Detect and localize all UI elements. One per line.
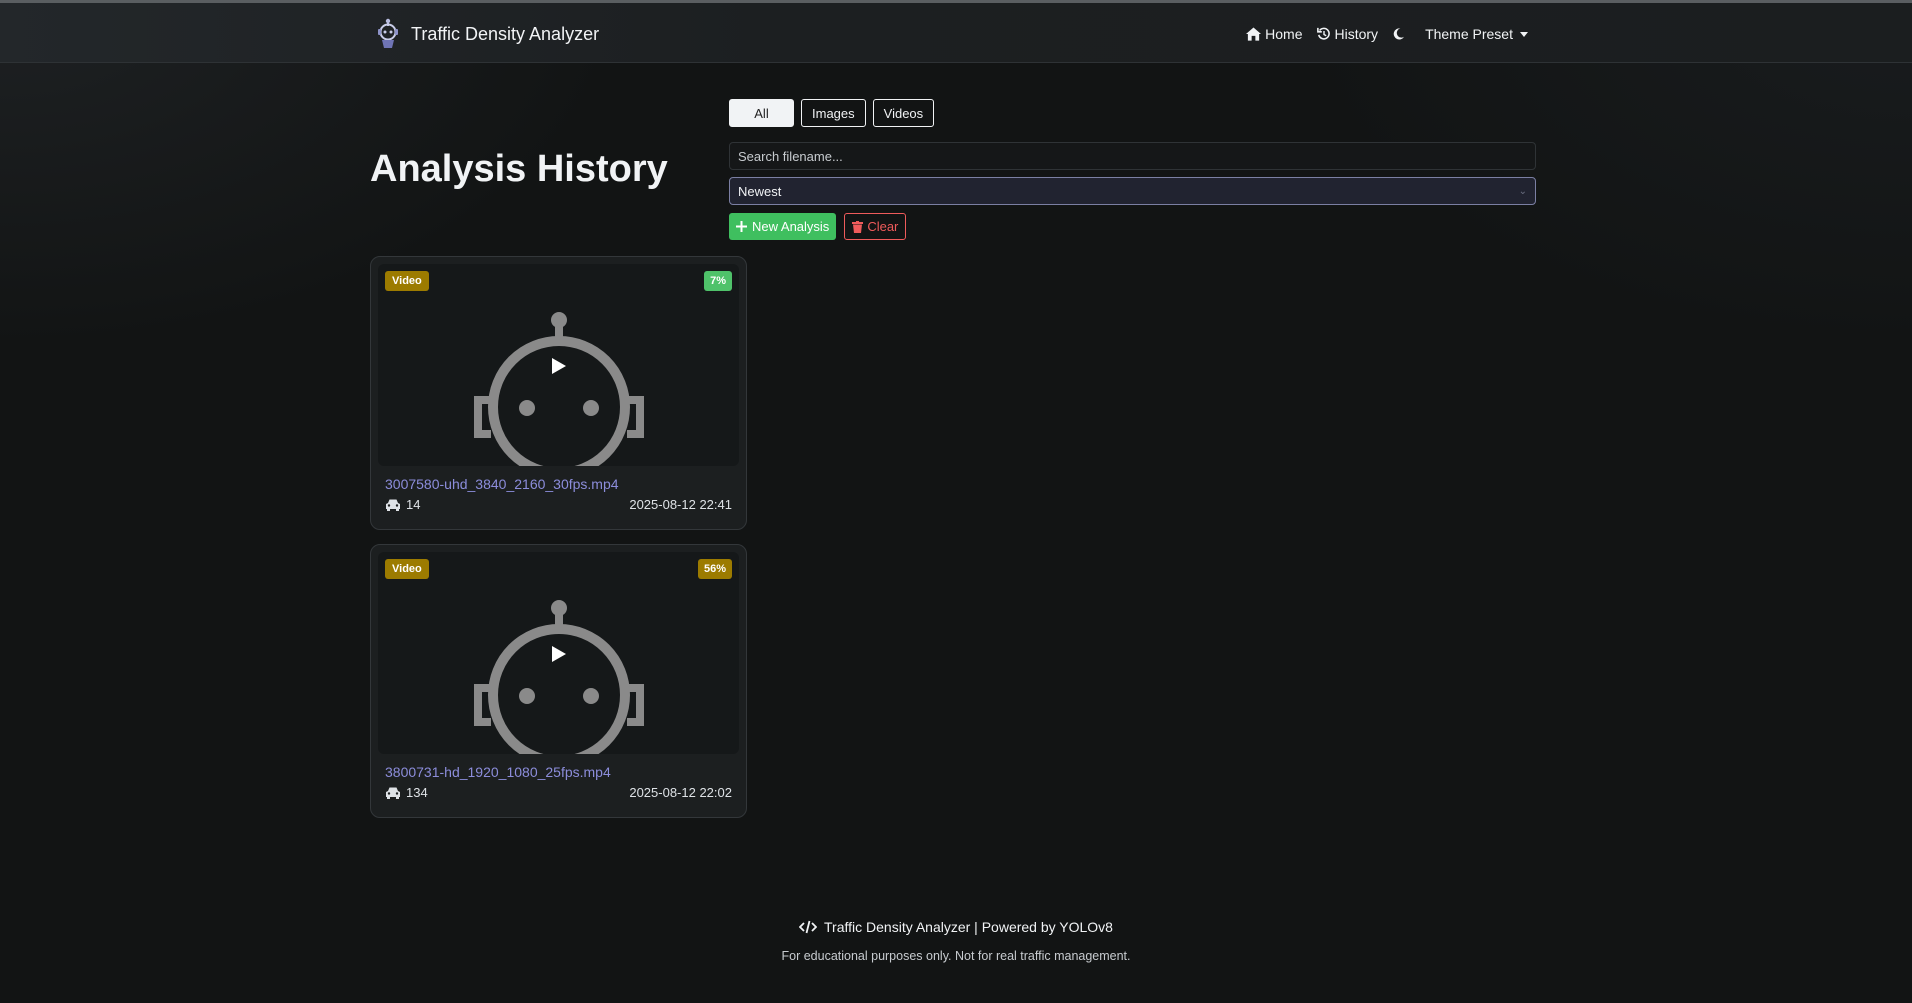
car-icon	[386, 499, 400, 511]
nav-home-label: Home	[1265, 26, 1303, 42]
navbar: Traffic Density Analyzer Home History Th…	[0, 0, 1912, 63]
history-icon	[1316, 27, 1330, 40]
nav-history-label: History	[1334, 26, 1379, 42]
filter-all-button[interactable]: All	[729, 99, 794, 127]
brand[interactable]: Traffic Density Analyzer	[373, 17, 599, 51]
video-thumbnail[interactable]: Video 7%	[378, 264, 739, 466]
code-icon	[799, 920, 818, 934]
theme-preset-label: Theme Preset	[1425, 26, 1513, 42]
brand-name: Traffic Density Analyzer	[411, 23, 600, 44]
clear-button[interactable]: Clear	[844, 213, 907, 240]
new-analysis-label: New Analysis	[752, 219, 830, 234]
density-badge: 56%	[697, 559, 732, 579]
history-card[interactable]: Video 7% 3007580-uhd_3840_2160_30fps.mp4…	[370, 256, 747, 530]
history-card[interactable]: Video 56% 3800731-hd_1920_1080_25fps.mp4…	[370, 544, 747, 818]
plus-icon	[736, 221, 747, 232]
type-badge: Video	[385, 271, 429, 291]
theme-toggle-button[interactable]	[1392, 27, 1405, 41]
robot-placeholder-icon	[474, 600, 644, 754]
vehicle-count: 14	[385, 497, 420, 512]
caret-down-icon	[1520, 31, 1528, 37]
clear-label: Clear	[867, 219, 899, 234]
nav-links: Home History Theme Preset	[1246, 23, 1528, 45]
vehicle-count-value: 14	[406, 497, 421, 512]
filter-group: All Images Videos	[729, 99, 935, 127]
footer-title-text: Traffic Density Analyzer | Powered by YO…	[824, 919, 1113, 935]
sort-select[interactable]: Newest ⌄	[729, 177, 1536, 205]
actions: New Analysis Clear	[729, 213, 907, 240]
search-input[interactable]	[729, 142, 1536, 170]
page-title: Analysis History	[370, 148, 668, 190]
sort-selected-value: Newest	[738, 183, 782, 199]
play-icon[interactable]	[551, 645, 567, 663]
density-badge: 7%	[704, 271, 732, 291]
card-filename-link[interactable]: 3007580-uhd_3840_2160_30fps.mp4	[385, 476, 619, 492]
moon-icon	[1393, 28, 1405, 40]
card-filename-link[interactable]: 3800731-hd_1920_1080_25fps.mp4	[385, 764, 611, 780]
card-date: 2025-08-12 22:41	[629, 497, 732, 512]
theme-preset-dropdown[interactable]: Theme Preset	[1425, 26, 1528, 42]
card-date: 2025-08-12 22:02	[629, 785, 732, 800]
robot-placeholder-icon	[474, 312, 644, 466]
trash-icon	[852, 220, 864, 233]
nav-history-link[interactable]: History	[1316, 26, 1379, 42]
nav-home-link[interactable]: Home	[1246, 26, 1303, 42]
footer-title: Traffic Density Analyzer | Powered by YO…	[0, 919, 1912, 935]
footer-disclaimer: For educational purposes only. Not for r…	[781, 949, 1131, 963]
car-icon	[386, 787, 400, 799]
play-icon[interactable]	[551, 357, 567, 375]
vehicle-count-value: 134	[406, 785, 428, 800]
new-analysis-button[interactable]: New Analysis	[729, 213, 837, 240]
video-thumbnail[interactable]: Video 56%	[378, 552, 739, 754]
chevron-down-icon: ⌄	[1518, 185, 1527, 197]
robot-logo-icon	[373, 17, 403, 51]
filter-videos-button[interactable]: Videos	[872, 99, 935, 127]
filter-images-button[interactable]: Images	[801, 99, 866, 127]
vehicle-count: 134	[385, 785, 428, 800]
home-icon	[1246, 27, 1262, 41]
type-badge: Video	[385, 559, 429, 579]
